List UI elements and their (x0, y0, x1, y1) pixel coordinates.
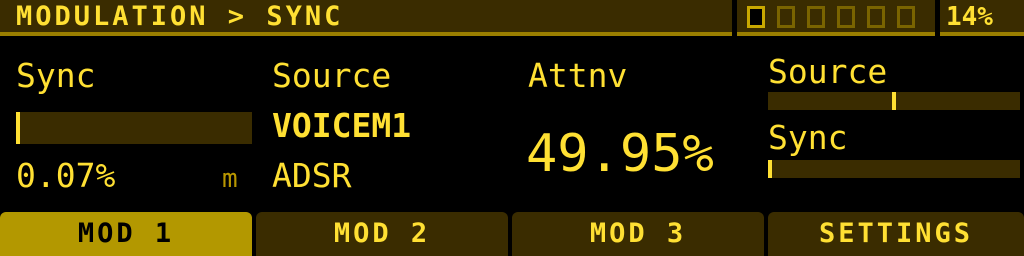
source-mini-slider[interactable] (768, 92, 1020, 110)
tab-mod-3[interactable]: MOD 3 (512, 212, 764, 256)
sync-slider-indicator (16, 112, 20, 144)
voice-indicator-2 (777, 6, 795, 28)
cpu-meter: 14% (940, 0, 1024, 36)
sync-mini-slider-indicator (768, 160, 772, 178)
breadcrumb: MODULATION > SYNC (16, 1, 344, 32)
sync-mini-label: Sync (768, 118, 848, 157)
source-mini-label: Source (768, 52, 888, 91)
voice-indicator-6 (897, 6, 915, 28)
source-value-line2[interactable]: ADSR (272, 156, 351, 196)
voice-indicator-3 (807, 6, 825, 28)
sync-mini-slider[interactable] (768, 160, 1020, 178)
source-mini-slider-indicator (892, 92, 896, 110)
attnv-value[interactable]: 49.95% (526, 124, 714, 184)
header-breadcrumb-bar: MODULATION > SYNC (0, 0, 732, 36)
tab-settings[interactable]: SETTINGS (768, 212, 1024, 256)
voice-indicator-1 (747, 6, 765, 28)
cpu-value: 14% (946, 2, 993, 32)
source-label: Source (272, 56, 392, 95)
voice-indicator-5 (867, 6, 885, 28)
tab-mod-1[interactable]: MOD 1 (0, 212, 252, 256)
voice-indicator-group (737, 0, 935, 36)
sync-unit-tag: m (222, 164, 238, 194)
sync-value: 0.07% (16, 156, 116, 195)
sync-label: Sync (16, 56, 96, 95)
attnv-label: Attnv (528, 56, 628, 95)
sync-slider[interactable] (16, 112, 252, 144)
source-value-line1[interactable]: VOICEM1 (272, 106, 411, 146)
tab-mod-2[interactable]: MOD 2 (256, 212, 508, 256)
voice-indicator-4 (837, 6, 855, 28)
